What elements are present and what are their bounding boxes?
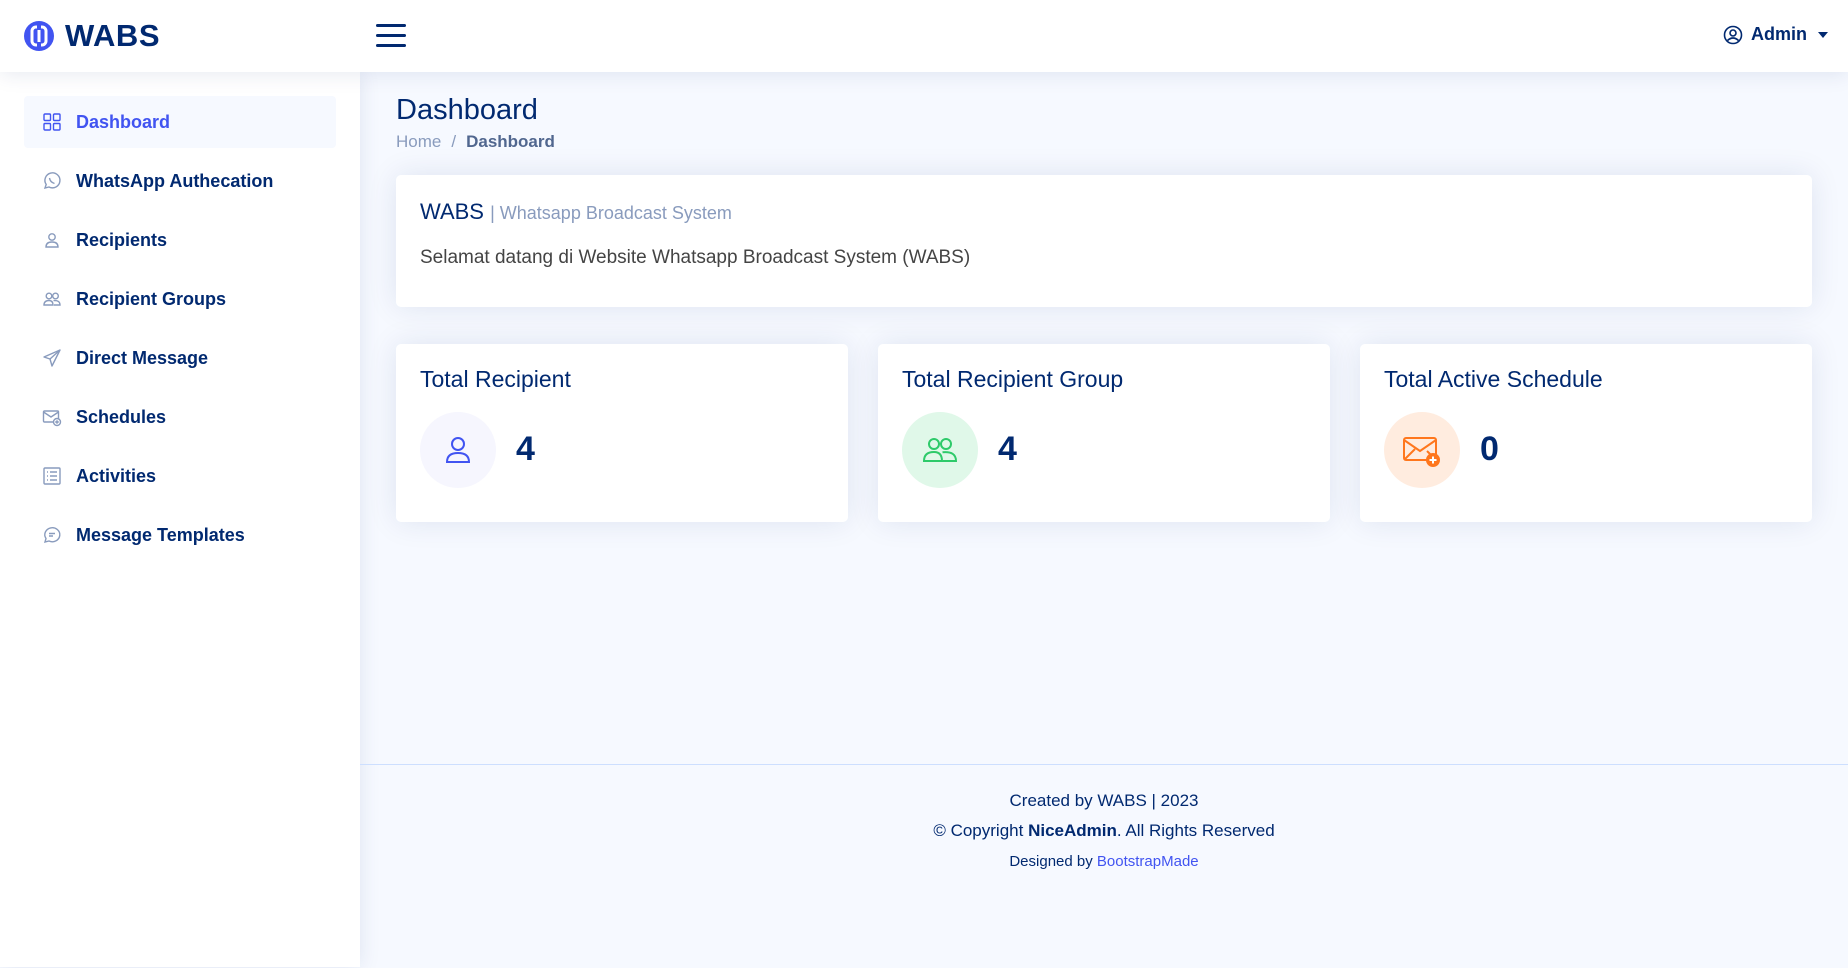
sidebar-item-label: Message Templates [76,524,245,545]
stat-title: Total Recipient Group [902,366,1124,392]
copyright-brand: NiceAdmin [1028,821,1117,840]
bootstrapmade-link[interactable]: BootstrapMade [1097,853,1199,870]
sidebar-nav: Dashboard WhatsApp Authecation Recipient… [0,72,360,592]
envelope-plus-icon [42,407,62,427]
sidebar-item-label: Schedules [76,406,167,427]
copyright-suffix: . All Rights Reserved [1116,821,1275,840]
breadcrumb-home-link[interactable]: Home [396,132,441,152]
sidebar-item-label: WhatsApp Authecation [76,170,274,191]
sidebar-item-dashboard[interactable]: Dashboard [24,96,336,148]
send-icon [42,348,62,368]
people-icon [42,289,62,309]
people-icon [902,412,978,488]
stat-value: 0 [1480,430,1499,468]
sidebar-item-label: Recipients [76,229,168,250]
welcome-title: WABS | Whatsapp Broadcast System [420,199,732,225]
chat-icon [42,525,62,545]
whatsapp-icon [42,171,62,191]
person-icon [420,412,496,488]
breadcrumb-separator: / [451,132,457,151]
footer-credits: Designed by BootstrapMade [360,853,1848,870]
breadcrumb-current: Dashboard [466,132,555,151]
profile-dropdown[interactable]: Admin [1723,24,1828,45]
user-circle-icon [1723,25,1743,44]
sidebar-item-label: Activities [76,465,157,486]
logo[interactable]: WABS [23,18,160,54]
top-header: WABS Admin [0,0,1848,72]
envelope-plus-icon [1384,412,1460,488]
sidebar-item-recipient-groups[interactable]: Recipient Groups [24,273,336,325]
stat-value: 4 [998,430,1017,468]
sidebar-item-label: Dashboard [76,111,171,132]
app-name: WABS [65,18,160,53]
person-icon [42,230,62,250]
footer-copyright: © Copyright NiceAdmin. All Rights Reserv… [360,821,1848,841]
sidebar-item-activities[interactable]: Activities [24,450,336,502]
page-title: Dashboard [396,94,538,126]
sidebar-item-whatsapp-authecation[interactable]: WhatsApp Authecation [24,155,336,207]
grid-icon [42,112,62,132]
designed-prefix: Designed by [1009,853,1093,870]
footer: Created by WABS | 2023 © Copyright NiceA… [360,764,1848,968]
logo-icon [24,21,54,51]
list-icon [42,466,62,486]
sidebar-item-direct-message[interactable]: Direct Message [24,332,336,384]
stat-title: Total Active Schedule [1384,366,1603,392]
sidebar: Dashboard WhatsApp Authecation Recipient… [0,72,360,967]
sidebar-item-label: Direct Message [76,347,209,368]
copyright-prefix: © Copyright [933,821,1024,840]
caret-down-icon [1818,31,1828,38]
menu-toggle-icon[interactable] [376,24,406,48]
welcome-brand: WABS [420,199,484,224]
profile-name: Admin [1751,24,1807,44]
total-active-schedule-card: Total Active Schedule 0 [1360,344,1812,522]
total-recipient-card: Total Recipient 4 [396,344,848,522]
total-recipient-group-card: Total Recipient Group 4 [878,344,1330,522]
sidebar-item-message-templates[interactable]: Message Templates [24,509,336,561]
sidebar-item-label: Recipient Groups [76,288,227,309]
sidebar-item-recipients[interactable]: Recipients [24,214,336,266]
footer-created: Created by WABS | 2023 [1009,791,1199,810]
stat-value: 4 [516,430,535,468]
breadcrumb: Home / Dashboard [396,132,555,152]
sidebar-item-schedules[interactable]: Schedules [24,391,336,443]
welcome-text: Selamat datang di Website Whatsapp Broad… [420,247,971,268]
welcome-card: WABS | Whatsapp Broadcast System Selamat… [396,175,1812,307]
stat-title: Total Recipient [420,366,571,392]
welcome-subtitle: | Whatsapp Broadcast System [490,203,732,223]
